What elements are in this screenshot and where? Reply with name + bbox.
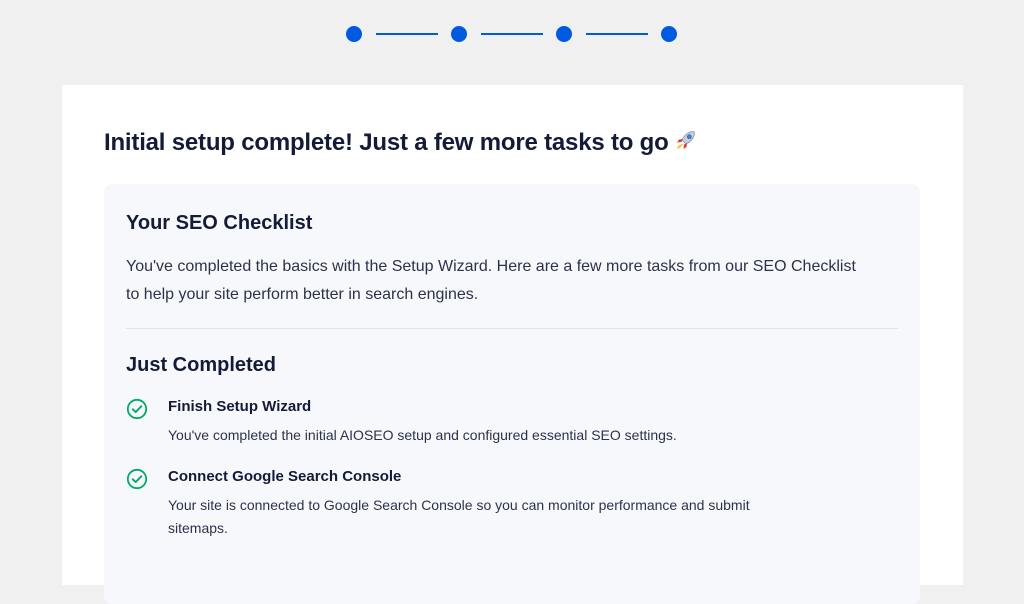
wizard-step-connector [376,33,438,35]
wizard-step-2[interactable] [451,26,467,42]
task-description: You've completed the initial AIOSEO setu… [168,427,677,443]
just-completed-heading: Just Completed [126,354,277,376]
divider [126,328,898,329]
task-description: Your site is connected to Google Search … [168,497,750,536]
check-circle-icon [126,468,148,490]
task-title: Connect Google Search Console [168,468,402,485]
wizard-step-3[interactable] [556,26,572,42]
checklist-title: Your SEO Checklist [126,212,313,234]
seo-checklist-panel: Your SEO Checklist You've completed the … [104,184,920,604]
wizard-step-4[interactable] [661,26,677,42]
rocket-icon [673,127,699,160]
wizard-step-1[interactable] [346,26,362,42]
page-title-heading: Initial setup complete! Just a few more … [104,127,699,160]
checklist-description: You've completed the basics with the Set… [126,258,856,303]
wizard-step-connector [586,33,648,35]
page-title: Initial setup complete! Just a few more … [104,129,669,156]
wizard-stepper [346,24,682,44]
setup-complete-card: Initial setup complete! Just a few more … [62,85,963,604]
check-circle-icon [126,398,148,420]
wizard-step-connector [481,33,543,35]
task-title: Finish Setup Wizard [168,398,312,415]
